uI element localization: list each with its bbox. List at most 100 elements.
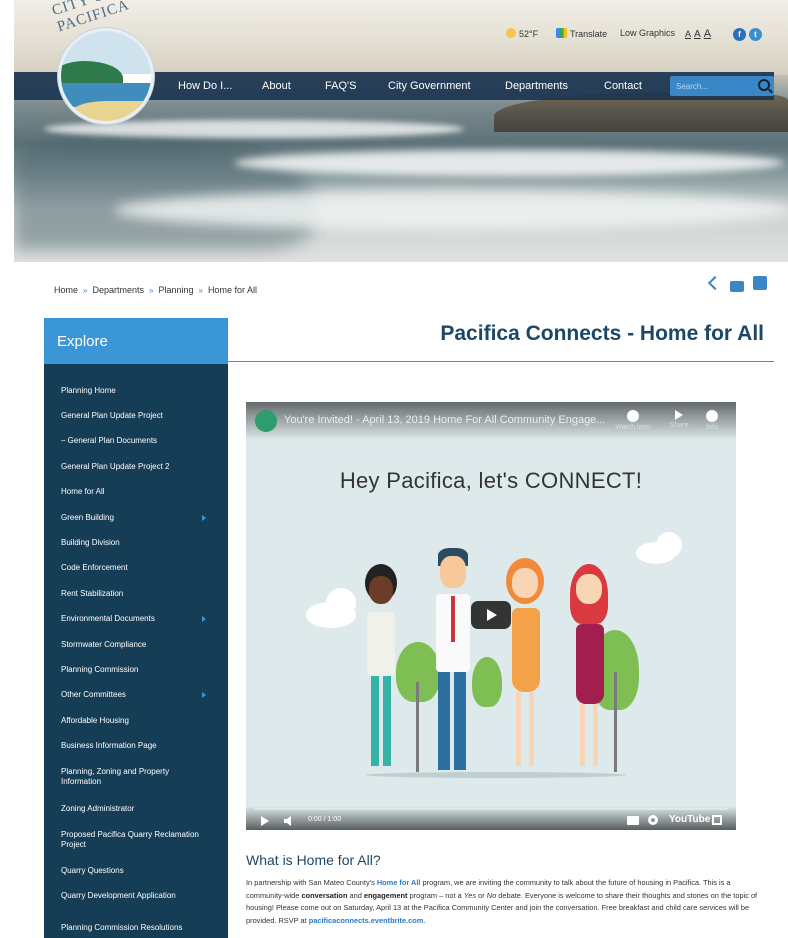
captions-icon[interactable] <box>627 816 639 825</box>
clock-icon <box>627 410 639 422</box>
sidebar-item[interactable]: Quarry Questions <box>44 858 228 883</box>
font-size-controls: AAA <box>685 28 714 40</box>
page-tools <box>708 276 771 292</box>
twitter-icon[interactable]: t <box>749 28 762 41</box>
breadcrumb-departments[interactable]: Departments <box>92 285 144 295</box>
sidebar-item-label: – General Plan Documents <box>61 436 158 446</box>
sidebar-item[interactable]: Other Committees <box>44 683 228 708</box>
sidebar-item[interactable]: Green Building <box>44 505 228 530</box>
sidebar-item-label: Other Committees <box>61 690 126 700</box>
sidebar-list: Planning Home General Plan Update Project… <box>44 364 228 938</box>
video-heading: Hey Pacifica, let's CONNECT! <box>339 468 643 493</box>
video-time: 0:00 / 1:00 <box>308 816 342 823</box>
breadcrumb-separator: » <box>149 286 154 295</box>
sidebar-item-label: Business Information Page <box>61 741 157 751</box>
font-size-large[interactable]: A <box>704 28 711 40</box>
low-graphics-link[interactable]: Low Graphics <box>620 28 675 38</box>
channel-avatar-icon[interactable] <box>255 410 277 432</box>
sidebar-item-label: Home for All <box>61 487 105 497</box>
font-size-medium[interactable]: A <box>694 29 701 40</box>
share-arrow-icon <box>675 410 683 420</box>
sidebar-title: Explore <box>44 318 228 364</box>
sidebar-item[interactable]: Home for All <box>44 480 228 505</box>
nav-about[interactable]: About <box>262 80 291 92</box>
video-title[interactable]: You're Invited! - April 13, 2019 Home Fo… <box>284 414 605 426</box>
sidebar-item[interactable]: Environmental Documents <box>44 607 228 632</box>
play-button[interactable] <box>471 601 511 629</box>
sidebar: Explore Planning Home General Plan Update… <box>44 318 228 938</box>
sidebar-item[interactable]: General Plan Update Project <box>44 403 228 428</box>
sidebar-item[interactable]: Rent Stabilization <box>44 581 228 606</box>
font-size-small[interactable]: A <box>685 29 691 39</box>
video-player[interactable]: You're Invited! - April 13, 2019 Home Fo… <box>246 402 736 830</box>
breadcrumb-separator: » <box>83 286 88 295</box>
gear-icon[interactable] <box>648 815 658 825</box>
sidebar-item-label: Quarry Development Application <box>61 891 176 901</box>
chevron-right-icon[interactable] <box>202 692 206 699</box>
sidebar-item[interactable]: Affordable Housing <box>44 708 228 733</box>
sidebar-item-label: Zoning Administrator <box>61 803 135 813</box>
person-illustration <box>359 564 399 774</box>
sidebar-item[interactable]: General Plan Update Project 2 <box>44 454 228 479</box>
sidebar-item-label: Code Enforcement <box>61 563 128 573</box>
sidebar-item[interactable]: Business Information Page <box>44 733 228 758</box>
title-divider <box>228 361 774 362</box>
progress-bar[interactable] <box>254 808 728 810</box>
info-button[interactable]: Info <box>692 410 732 431</box>
breadcrumb-planning[interactable]: Planning <box>158 285 193 295</box>
sidebar-item-label: Stormwater Compliance <box>61 639 147 649</box>
breadcrumb-home[interactable]: Home <box>54 285 78 295</box>
nav-departments[interactable]: Departments <box>505 80 568 92</box>
sidebar-item[interactable]: Stormwater Compliance <box>44 632 228 657</box>
breadcrumb-separator: » <box>198 286 203 295</box>
facebook-icon[interactable]: f <box>733 28 746 41</box>
sidebar-item[interactable]: Proposed Pacifica Quarry Reclamation Pro… <box>44 821 228 858</box>
watch-later-button[interactable]: Watch later <box>613 410 653 431</box>
hero-wave <box>234 150 784 176</box>
info-icon <box>706 410 718 422</box>
sidebar-item[interactable]: Building Division <box>44 530 228 555</box>
chevron-right-icon[interactable] <box>202 616 206 623</box>
search-input[interactable] <box>670 76 752 97</box>
page-title: Pacifica Connects - Home for All <box>440 322 764 345</box>
sidebar-item-label: General Plan Update Project <box>61 411 163 421</box>
youtube-logo[interactable]: YouTube <box>669 814 710 825</box>
chevron-right-icon[interactable] <box>202 514 206 521</box>
eventbrite-link[interactable]: pacificaconnects.eventbrite.com <box>309 916 424 925</box>
breadcrumb-current: Home for All <box>207 285 257 295</box>
home-for-all-link[interactable]: Home for All <box>377 878 421 887</box>
sidebar-item[interactable]: Planning, Zoning and Property Informatio… <box>44 759 228 796</box>
nav-contact[interactable]: Contact <box>604 80 642 92</box>
sidebar-item[interactable]: – General Plan Documents <box>44 429 228 454</box>
hero-wave <box>114 190 788 230</box>
email-icon[interactable] <box>730 281 745 292</box>
sidebar-item-label: Green Building <box>61 512 114 522</box>
tree-illustration <box>472 657 502 707</box>
translate-button[interactable]: Translate <box>556 28 607 39</box>
print-icon[interactable] <box>752 276 767 290</box>
nav-city-government[interactable]: City Government <box>388 80 471 92</box>
person-illustration <box>430 548 476 776</box>
sidebar-item[interactable]: Planning Commission Resolutions <box>44 909 228 938</box>
nav-how-do-i[interactable]: How Do I... <box>178 80 232 92</box>
weather-widget[interactable]: 52°F <box>506 28 538 39</box>
cloud-illustration <box>656 532 682 558</box>
sidebar-item[interactable]: Planning Home <box>44 378 228 403</box>
sidebar-item-label: Planning, Zoning and Property Informatio… <box>61 767 170 787</box>
sidebar-item-label: General Plan Update Project 2 <box>61 461 170 471</box>
search-icon[interactable] <box>758 79 770 91</box>
sidebar-item-label: Planning Commission Resolutions <box>61 922 183 932</box>
sidebar-item[interactable]: Quarry Development Application <box>44 884 228 909</box>
sidebar-item[interactable]: Planning Commission <box>44 657 228 682</box>
play-control-icon[interactable] <box>261 816 269 826</box>
fullscreen-icon[interactable] <box>712 815 722 825</box>
intro-paragraph: In partnership with San Mateo County's H… <box>246 878 758 925</box>
sidebar-item[interactable]: Zoning Administrator <box>44 796 228 821</box>
city-logo[interactable] <box>58 28 154 124</box>
sidebar-item-label: Proposed Pacifica Quarry Reclamation Pro… <box>61 829 199 849</box>
sidebar-item[interactable]: Code Enforcement <box>44 556 228 581</box>
section-heading: What is Home for All? <box>246 852 381 868</box>
share-icon[interactable] <box>708 276 722 290</box>
sidebar-item-label: Planning Commission <box>61 664 139 674</box>
nav-faqs[interactable]: FAQ'S <box>325 80 356 92</box>
